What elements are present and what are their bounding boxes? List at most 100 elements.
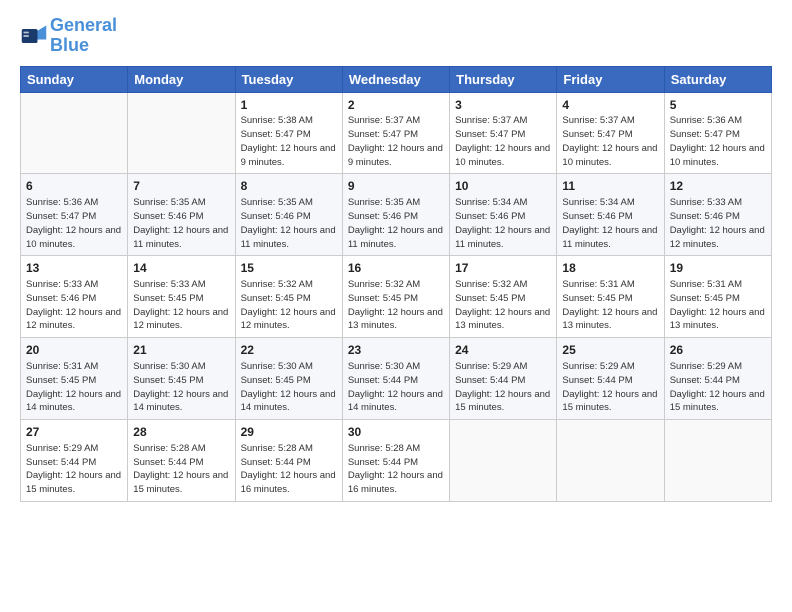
day-info: Sunrise: 5:30 AM Sunset: 5:44 PM Dayligh… <box>348 360 444 415</box>
calendar-week-row: 1Sunrise: 5:38 AM Sunset: 5:47 PM Daylig… <box>21 92 772 174</box>
day-info: Sunrise: 5:37 AM Sunset: 5:47 PM Dayligh… <box>455 114 551 169</box>
page: General Blue SundayMondayTuesdayWednesda… <box>0 0 792 612</box>
calendar-cell <box>128 92 235 174</box>
day-info: Sunrise: 5:29 AM Sunset: 5:44 PM Dayligh… <box>562 360 658 415</box>
calendar-cell: 7Sunrise: 5:35 AM Sunset: 5:46 PM Daylig… <box>128 174 235 256</box>
calendar-week-row: 20Sunrise: 5:31 AM Sunset: 5:45 PM Dayli… <box>21 338 772 420</box>
day-header-friday: Friday <box>557 66 664 92</box>
calendar-cell: 18Sunrise: 5:31 AM Sunset: 5:45 PM Dayli… <box>557 256 664 338</box>
day-number: 7 <box>133 178 229 195</box>
calendar-cell: 1Sunrise: 5:38 AM Sunset: 5:47 PM Daylig… <box>235 92 342 174</box>
calendar-cell: 28Sunrise: 5:28 AM Sunset: 5:44 PM Dayli… <box>128 420 235 502</box>
day-info: Sunrise: 5:33 AM Sunset: 5:45 PM Dayligh… <box>133 278 229 333</box>
day-info: Sunrise: 5:35 AM Sunset: 5:46 PM Dayligh… <box>133 196 229 251</box>
day-number: 28 <box>133 424 229 441</box>
calendar-cell: 15Sunrise: 5:32 AM Sunset: 5:45 PM Dayli… <box>235 256 342 338</box>
day-info: Sunrise: 5:36 AM Sunset: 5:47 PM Dayligh… <box>670 114 766 169</box>
day-number: 20 <box>26 342 122 359</box>
day-number: 13 <box>26 260 122 277</box>
calendar-cell: 17Sunrise: 5:32 AM Sunset: 5:45 PM Dayli… <box>450 256 557 338</box>
calendar-cell: 11Sunrise: 5:34 AM Sunset: 5:46 PM Dayli… <box>557 174 664 256</box>
day-number: 25 <box>562 342 658 359</box>
day-info: Sunrise: 5:35 AM Sunset: 5:46 PM Dayligh… <box>241 196 337 251</box>
day-info: Sunrise: 5:28 AM Sunset: 5:44 PM Dayligh… <box>348 442 444 497</box>
calendar-table: SundayMondayTuesdayWednesdayThursdayFrid… <box>20 66 772 502</box>
header: General Blue <box>20 16 772 56</box>
calendar-week-row: 27Sunrise: 5:29 AM Sunset: 5:44 PM Dayli… <box>21 420 772 502</box>
day-number: 24 <box>455 342 551 359</box>
day-info: Sunrise: 5:29 AM Sunset: 5:44 PM Dayligh… <box>26 442 122 497</box>
day-info: Sunrise: 5:37 AM Sunset: 5:47 PM Dayligh… <box>562 114 658 169</box>
day-info: Sunrise: 5:30 AM Sunset: 5:45 PM Dayligh… <box>133 360 229 415</box>
day-info: Sunrise: 5:31 AM Sunset: 5:45 PM Dayligh… <box>670 278 766 333</box>
day-number: 14 <box>133 260 229 277</box>
logo: General Blue <box>20 16 117 56</box>
day-number: 11 <box>562 178 658 195</box>
day-info: Sunrise: 5:38 AM Sunset: 5:47 PM Dayligh… <box>241 114 337 169</box>
day-info: Sunrise: 5:29 AM Sunset: 5:44 PM Dayligh… <box>455 360 551 415</box>
day-info: Sunrise: 5:31 AM Sunset: 5:45 PM Dayligh… <box>562 278 658 333</box>
calendar-cell: 24Sunrise: 5:29 AM Sunset: 5:44 PM Dayli… <box>450 338 557 420</box>
calendar-cell: 13Sunrise: 5:33 AM Sunset: 5:46 PM Dayli… <box>21 256 128 338</box>
day-info: Sunrise: 5:30 AM Sunset: 5:45 PM Dayligh… <box>241 360 337 415</box>
day-header-wednesday: Wednesday <box>342 66 449 92</box>
calendar-cell: 14Sunrise: 5:33 AM Sunset: 5:45 PM Dayli… <box>128 256 235 338</box>
day-number: 8 <box>241 178 337 195</box>
calendar-cell: 20Sunrise: 5:31 AM Sunset: 5:45 PM Dayli… <box>21 338 128 420</box>
day-number: 16 <box>348 260 444 277</box>
day-number: 9 <box>348 178 444 195</box>
calendar-cell: 10Sunrise: 5:34 AM Sunset: 5:46 PM Dayli… <box>450 174 557 256</box>
day-number: 4 <box>562 97 658 114</box>
day-number: 10 <box>455 178 551 195</box>
calendar-cell: 3Sunrise: 5:37 AM Sunset: 5:47 PM Daylig… <box>450 92 557 174</box>
calendar-cell: 9Sunrise: 5:35 AM Sunset: 5:46 PM Daylig… <box>342 174 449 256</box>
day-header-tuesday: Tuesday <box>235 66 342 92</box>
day-info: Sunrise: 5:32 AM Sunset: 5:45 PM Dayligh… <box>455 278 551 333</box>
day-info: Sunrise: 5:34 AM Sunset: 5:46 PM Dayligh… <box>455 196 551 251</box>
day-info: Sunrise: 5:28 AM Sunset: 5:44 PM Dayligh… <box>241 442 337 497</box>
day-info: Sunrise: 5:35 AM Sunset: 5:46 PM Dayligh… <box>348 196 444 251</box>
day-number: 1 <box>241 97 337 114</box>
calendar-cell: 29Sunrise: 5:28 AM Sunset: 5:44 PM Dayli… <box>235 420 342 502</box>
calendar-cell: 6Sunrise: 5:36 AM Sunset: 5:47 PM Daylig… <box>21 174 128 256</box>
calendar-cell: 4Sunrise: 5:37 AM Sunset: 5:47 PM Daylig… <box>557 92 664 174</box>
calendar-cell: 16Sunrise: 5:32 AM Sunset: 5:45 PM Dayli… <box>342 256 449 338</box>
day-number: 2 <box>348 97 444 114</box>
calendar-cell <box>450 420 557 502</box>
day-info: Sunrise: 5:33 AM Sunset: 5:46 PM Dayligh… <box>26 278 122 333</box>
day-number: 30 <box>348 424 444 441</box>
day-number: 22 <box>241 342 337 359</box>
calendar-cell: 26Sunrise: 5:29 AM Sunset: 5:44 PM Dayli… <box>664 338 771 420</box>
day-info: Sunrise: 5:31 AM Sunset: 5:45 PM Dayligh… <box>26 360 122 415</box>
calendar-cell <box>557 420 664 502</box>
day-number: 3 <box>455 97 551 114</box>
calendar-cell <box>664 420 771 502</box>
day-header-saturday: Saturday <box>664 66 771 92</box>
day-info: Sunrise: 5:28 AM Sunset: 5:44 PM Dayligh… <box>133 442 229 497</box>
logo-icon <box>20 22 48 50</box>
day-info: Sunrise: 5:36 AM Sunset: 5:47 PM Dayligh… <box>26 196 122 251</box>
day-info: Sunrise: 5:37 AM Sunset: 5:47 PM Dayligh… <box>348 114 444 169</box>
calendar-cell: 30Sunrise: 5:28 AM Sunset: 5:44 PM Dayli… <box>342 420 449 502</box>
day-number: 19 <box>670 260 766 277</box>
calendar-week-row: 6Sunrise: 5:36 AM Sunset: 5:47 PM Daylig… <box>21 174 772 256</box>
day-number: 15 <box>241 260 337 277</box>
day-number: 27 <box>26 424 122 441</box>
day-header-thursday: Thursday <box>450 66 557 92</box>
calendar-week-row: 13Sunrise: 5:33 AM Sunset: 5:46 PM Dayli… <box>21 256 772 338</box>
calendar-cell: 12Sunrise: 5:33 AM Sunset: 5:46 PM Dayli… <box>664 174 771 256</box>
day-number: 5 <box>670 97 766 114</box>
calendar-header-row: SundayMondayTuesdayWednesdayThursdayFrid… <box>21 66 772 92</box>
day-info: Sunrise: 5:29 AM Sunset: 5:44 PM Dayligh… <box>670 360 766 415</box>
day-number: 26 <box>670 342 766 359</box>
logo-text: General Blue <box>50 16 117 56</box>
day-header-monday: Monday <box>128 66 235 92</box>
day-info: Sunrise: 5:34 AM Sunset: 5:46 PM Dayligh… <box>562 196 658 251</box>
day-info: Sunrise: 5:32 AM Sunset: 5:45 PM Dayligh… <box>348 278 444 333</box>
day-header-sunday: Sunday <box>21 66 128 92</box>
calendar-cell: 2Sunrise: 5:37 AM Sunset: 5:47 PM Daylig… <box>342 92 449 174</box>
calendar-cell: 27Sunrise: 5:29 AM Sunset: 5:44 PM Dayli… <box>21 420 128 502</box>
day-number: 21 <box>133 342 229 359</box>
calendar-cell: 25Sunrise: 5:29 AM Sunset: 5:44 PM Dayli… <box>557 338 664 420</box>
calendar-cell: 19Sunrise: 5:31 AM Sunset: 5:45 PM Dayli… <box>664 256 771 338</box>
